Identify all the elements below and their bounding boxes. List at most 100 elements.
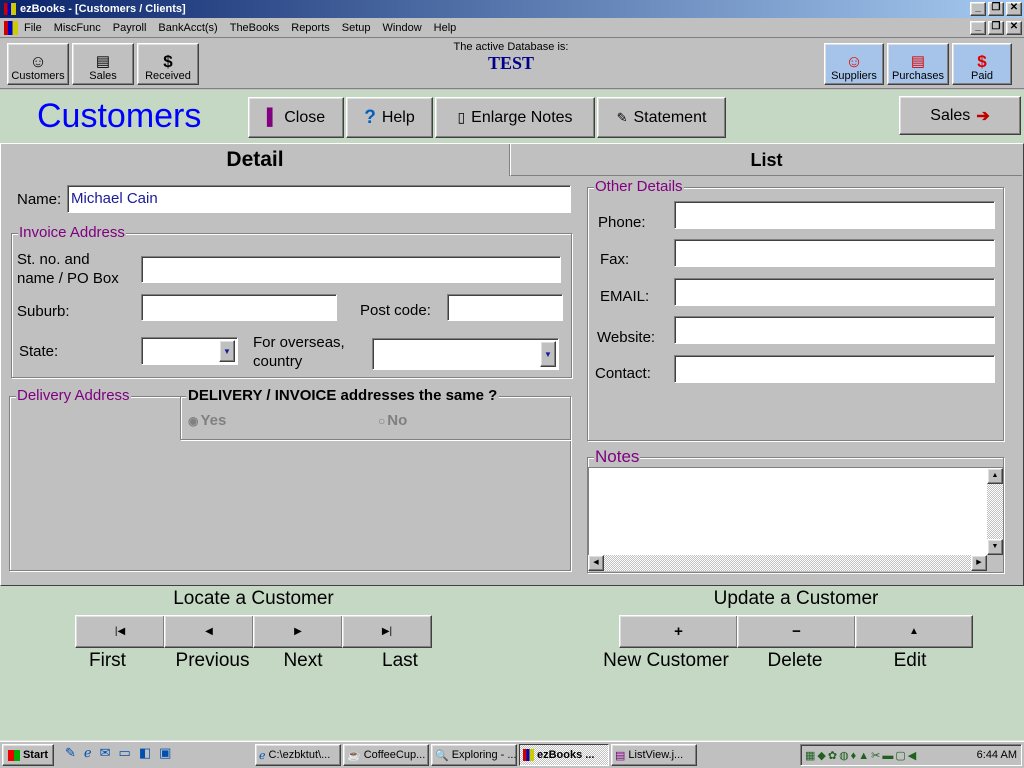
notes-title: Notes (594, 447, 641, 466)
name-field[interactable]: Michael Cain (67, 185, 571, 213)
task-button-ezbooks[interactable]: ezBooks ... (519, 744, 609, 766)
contact-field[interactable] (674, 355, 995, 383)
state-label: State: (19, 343, 59, 360)
db-label: The active Database is: (453, 41, 569, 53)
ie-icon[interactable]: ℯ (84, 745, 92, 761)
windows-logo-icon (7, 749, 20, 761)
edit-button[interactable]: ▲ (855, 615, 973, 648)
sales-toolbar-button[interactable]: ▤ Sales (72, 43, 134, 85)
email-label: EMAIL: (600, 288, 650, 305)
fax-field[interactable] (674, 239, 995, 267)
last-button[interactable]: ▶| (342, 615, 432, 648)
channel-icon[interactable]: ◧ (139, 745, 151, 761)
customers-toolbar-button[interactable]: ☺ Customers (7, 43, 69, 85)
pages-icon: ▤ (910, 53, 926, 70)
first-button[interactable]: |◀ (75, 615, 165, 648)
edit-label: Edit (893, 650, 927, 671)
update-title: Update a Customer (713, 588, 879, 609)
menu-payroll[interactable]: Payroll (113, 22, 147, 34)
scroll-down-arrow-icon[interactable]: ▼ (987, 539, 1003, 555)
paid-toolbar-button[interactable]: $ Paid (952, 43, 1012, 85)
pen-icon[interactable]: ✎ (65, 745, 76, 761)
smiley-icon: ☺ (29, 52, 47, 71)
phone-field[interactable] (674, 201, 995, 229)
next-record-icon: ▶ (294, 626, 302, 637)
door-icon: ▌ (266, 108, 279, 126)
phone-label: Phone: (598, 214, 646, 231)
statement-icon: ✎ (616, 109, 628, 125)
desktop-icon[interactable]: ▣ (159, 745, 171, 761)
tab-list[interactable]: List (510, 144, 1022, 176)
folder-icon[interactable]: ▭ (119, 745, 131, 761)
website-field[interactable] (674, 316, 995, 344)
state-select[interactable]: ▼ (141, 337, 238, 365)
radio-yes[interactable]: ◉ Yes (188, 412, 226, 429)
name-label: Name: (17, 191, 62, 208)
first-label: First (89, 650, 126, 671)
menu-setup[interactable]: Setup (342, 22, 371, 34)
task-button-coffeecup[interactable]: ☕ CoffeeCup... (343, 744, 429, 766)
mail-icon[interactable]: ✉ (100, 745, 111, 761)
radio-no[interactable]: ○ No (378, 412, 407, 429)
help-button[interactable]: ? Help (346, 97, 433, 138)
question-icon: ? (364, 106, 376, 128)
mdi-icon (4, 20, 18, 35)
fax-label: Fax: (600, 251, 630, 268)
menu-file[interactable]: File (24, 22, 42, 34)
menu-bankaccts[interactable]: BankAcct(s) (158, 22, 217, 34)
title-bar: ezBooks - [Customers / Clients] (0, 0, 1024, 18)
enlarge-notes-button[interactable]: ▯ Enlarge Notes (435, 97, 595, 138)
restore-button[interactable]: ❐ (988, 2, 1004, 16)
suppliers-toolbar-button[interactable]: ☺ Suppliers (824, 43, 884, 85)
next-button[interactable]: ▶ (253, 615, 343, 648)
country-select[interactable]: ▼ (372, 338, 559, 370)
tray-icons[interactable]: ▦◆✿◍♦▲✂▬▢◀ (805, 749, 918, 762)
scroll-right-arrow-icon[interactable]: ▶ (971, 555, 987, 571)
menu-miscfunc[interactable]: MiscFunc (54, 22, 101, 34)
child-minimize-button[interactable]: _ (970, 21, 986, 35)
child-restore-button[interactable]: ❐ (988, 21, 1004, 35)
radio-empty-icon: ○ (378, 413, 386, 428)
purchases-toolbar-button[interactable]: ▤ Purchases (887, 43, 949, 85)
minimize-button[interactable]: _ (970, 2, 986, 16)
menu-help[interactable]: Help (434, 22, 457, 34)
minus-icon: − (792, 623, 801, 640)
scroll-left-arrow-icon[interactable]: ◀ (588, 555, 604, 571)
menu-thebooks[interactable]: TheBooks (230, 22, 280, 34)
suburb-field[interactable] (141, 294, 337, 321)
ie-icon: ℯ (259, 749, 266, 762)
menu-bar: File MiscFunc Payroll BankAcct(s) TheBoo… (0, 18, 1024, 38)
task-button-ezbktut[interactable]: ℯ C:\ezbktut\... (255, 744, 341, 766)
postcode-field[interactable] (447, 294, 563, 321)
notes-horizontal-scrollbar[interactable]: ◀ ▶ (588, 555, 987, 571)
previous-button[interactable]: ◀ (164, 615, 254, 648)
task-button-listview[interactable]: ▤ ListView.j... (611, 744, 697, 766)
delete-button[interactable]: − (737, 615, 856, 648)
scroll-up-arrow-icon[interactable]: ▲ (987, 468, 1003, 484)
street-field[interactable] (141, 256, 561, 283)
email-field[interactable] (674, 278, 995, 306)
statement-button[interactable]: ✎ Statement (597, 97, 726, 138)
document-icon: ▤ (615, 749, 626, 762)
received-toolbar-button[interactable]: $ Received (137, 43, 199, 85)
sales-nav-button[interactable]: Sales ➔ (899, 96, 1021, 135)
previous-label: Previous (175, 650, 250, 671)
scroll-corner (987, 555, 1003, 571)
task-button-exploring[interactable]: 🔍 Exploring - ... (431, 744, 517, 766)
dollar-icon: $ (163, 52, 173, 71)
dollar-icon: $ (977, 52, 987, 71)
invoice-address-title: Invoice Address (18, 224, 126, 241)
close-window-button[interactable]: ✕ (1006, 2, 1022, 16)
close-button[interactable]: ▌ Close (248, 97, 344, 138)
chevron-down-icon[interactable]: ▼ (540, 341, 556, 367)
new-customer-button[interactable]: + (619, 615, 738, 648)
chevron-down-icon[interactable]: ▼ (219, 340, 235, 362)
up-arrow-icon: ▲ (909, 626, 919, 637)
child-close-button[interactable]: ✕ (1006, 21, 1022, 35)
menu-window[interactable]: Window (383, 22, 422, 34)
tab-detail[interactable]: Detail (1, 144, 509, 176)
toolbar: ☺ Customers ▤ Sales $ Received The activ… (0, 39, 1024, 89)
notes-vertical-scrollbar[interactable]: ▲ ▼ (987, 468, 1003, 555)
start-button[interactable]: Start (2, 744, 54, 766)
menu-reports[interactable]: Reports (291, 22, 330, 34)
